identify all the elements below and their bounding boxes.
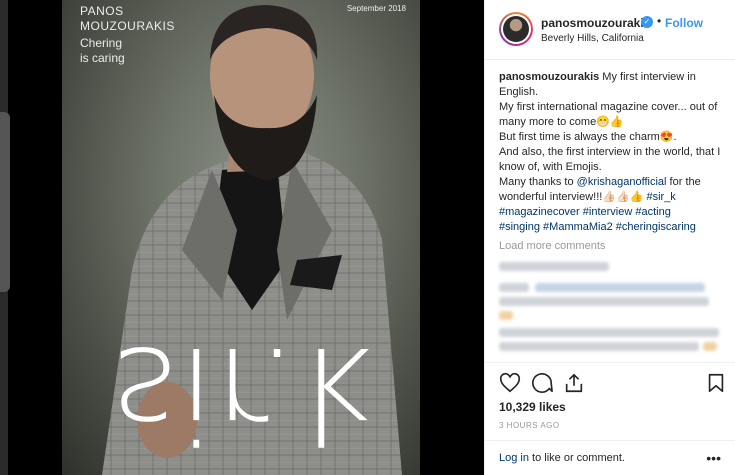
hashtag-link[interactable]: #interview [583,206,633,218]
comment-icon[interactable] [531,372,553,394]
follow-button[interactable]: Follow [665,16,703,30]
caption-line: My first international magazine cover...… [499,101,718,128]
hashtag-link[interactable]: #singing [499,221,540,233]
post-side-panel: panosmouzourakis ✓ • Follow Beverly Hill… [484,0,735,475]
divider [485,440,735,441]
sir-k-logo: sir.k [111,341,373,470]
post-header: panosmouzourakis ✓ • Follow Beverly Hill… [485,0,735,60]
blurred-comment [499,297,709,306]
caption-username[interactable]: panosmouzourakis [499,71,599,83]
action-bar [499,372,729,394]
hashtag-link[interactable]: #cheringiscaring [616,221,696,233]
blurred-comment [499,328,719,337]
login-link[interactable]: Log in [499,452,529,464]
hashtag-link[interactable]: #magazinecover [499,206,580,218]
separator-dot: • [657,14,662,28]
username-link[interactable]: panosmouzourakis [541,16,650,30]
blurred-comment [499,283,529,292]
caption-line: And also, the first interview in the wor… [499,146,721,173]
heart-icon[interactable] [499,372,521,394]
location-link[interactable]: Beverly Hills, California [541,33,644,44]
login-prompt: Log in to like or comment. [499,452,625,464]
blurred-comment [535,283,705,292]
likes-count[interactable]: 10,329 likes [499,400,566,414]
cover-tagline: Chering is caring [80,36,125,65]
share-icon[interactable] [563,372,585,394]
hashtag-link[interactable]: #acting [635,206,670,218]
avatar[interactable] [499,12,533,46]
mention-link[interactable]: @krishaganofficial [577,176,667,188]
cover-date: September 2018 [346,4,406,13]
post-timestamp: 3 HOURS AGO [499,421,560,430]
scroll-handle[interactable] [0,112,10,292]
blurred-comment [499,342,699,351]
caption-line: Many thanks to [499,176,577,188]
hashtag-link[interactable]: #MammaMia2 [543,221,613,233]
blurred-comment [499,311,513,320]
instagram-post-view: PANOS MOUZOURAKIS Chering is caring Sept… [0,0,735,475]
hashtag-link[interactable]: #sir_k [646,191,675,203]
cover-logo-text: sir.k [111,341,373,470]
login-prompt-text: to like or comment. [528,452,625,464]
post-caption: panosmouzourakis My first interview in E… [499,70,729,235]
bookmark-icon[interactable] [705,372,727,394]
cover-name: PANOS MOUZOURAKIS [80,4,175,33]
load-more-comments-link[interactable]: Load more comments [499,240,605,252]
post-image[interactable]: PANOS MOUZOURAKIS Chering is caring Sept… [62,0,420,475]
verified-badge-icon: ✓ [641,16,653,28]
blurred-comment [499,262,609,271]
caption-line: But first time is always the charm😍. [499,131,677,143]
divider [485,362,735,363]
blurred-comment [703,342,717,351]
more-options-icon[interactable]: ••• [706,450,721,466]
